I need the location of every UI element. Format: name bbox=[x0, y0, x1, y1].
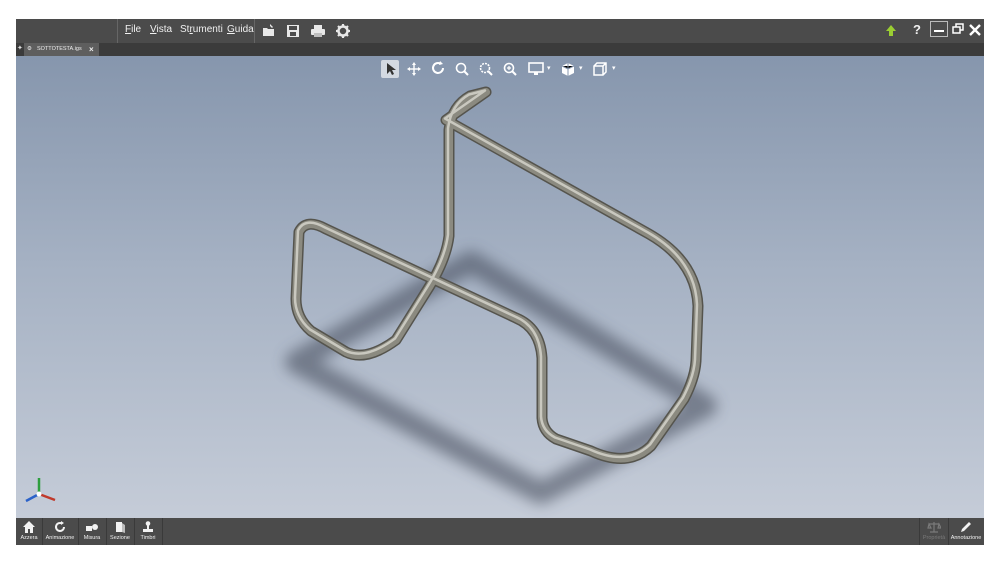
menu-bar: File Vista Strumenti Guida ? bbox=[16, 19, 984, 43]
gear-icon[interactable] bbox=[334, 22, 352, 40]
tab-sottotesta[interactable]: ⚙ SOTTOTESTA.igs × bbox=[24, 43, 99, 56]
menu-file[interactable]: File bbox=[125, 24, 141, 35]
bottom-toolbar: Azzera Animazione Misura Sezione Timbri … bbox=[16, 518, 984, 545]
balance-icon bbox=[927, 522, 941, 533]
measure-button[interactable]: Misura bbox=[79, 518, 105, 545]
annotation-button[interactable]: Annotazione bbox=[949, 518, 983, 545]
menu-guida[interactable]: Guida bbox=[227, 24, 254, 35]
tab-pin-icon[interactable]: ✦ bbox=[17, 45, 23, 53]
reset-button[interactable]: Azzera bbox=[18, 518, 40, 545]
menu-vista[interactable]: Vista bbox=[150, 24, 172, 35]
stamp-icon bbox=[143, 521, 153, 532]
close-window-icon[interactable] bbox=[966, 21, 984, 39]
menu-strumenti[interactable]: Strumenti bbox=[180, 24, 223, 35]
upload-arrow-icon[interactable] bbox=[882, 22, 900, 40]
print-icon[interactable] bbox=[309, 22, 327, 40]
model-shadow bbox=[285, 251, 717, 504]
restore-icon[interactable] bbox=[949, 21, 967, 39]
menu-separator bbox=[117, 19, 118, 43]
help-button[interactable]: ? bbox=[913, 22, 921, 37]
animation-button[interactable]: Animazione bbox=[43, 518, 77, 545]
properties-button: Proprietà bbox=[920, 518, 948, 545]
rotate-icon bbox=[55, 521, 65, 532]
section-icon bbox=[116, 522, 125, 533]
axis-triad-icon bbox=[25, 478, 56, 503]
home-icon bbox=[23, 521, 35, 533]
measure-icon bbox=[86, 524, 98, 531]
app-window: File Vista Strumenti Guida ? ✦ ⚙ SOTTOTE… bbox=[16, 19, 984, 545]
menu-separator bbox=[254, 19, 255, 43]
3d-viewport[interactable]: ▾ ▾ ▾ bbox=[16, 56, 984, 518]
3d-model-canvas bbox=[285, 86, 717, 504]
stamps-button[interactable]: Timbri bbox=[135, 518, 161, 545]
save-icon[interactable] bbox=[284, 22, 302, 40]
tab-close-icon[interactable]: × bbox=[89, 43, 94, 56]
pencil-icon bbox=[961, 522, 971, 532]
minimize-icon[interactable] bbox=[930, 21, 948, 37]
section-button[interactable]: Sezione bbox=[107, 518, 133, 545]
document-tab-strip: ✦ ⚙ SOTTOTESTA.igs × bbox=[16, 43, 984, 56]
tab-label: SOTTOTESTA.igs bbox=[37, 46, 82, 52]
open-folder-icon[interactable] bbox=[260, 22, 278, 40]
file-icon: ⚙ bbox=[27, 46, 32, 52]
